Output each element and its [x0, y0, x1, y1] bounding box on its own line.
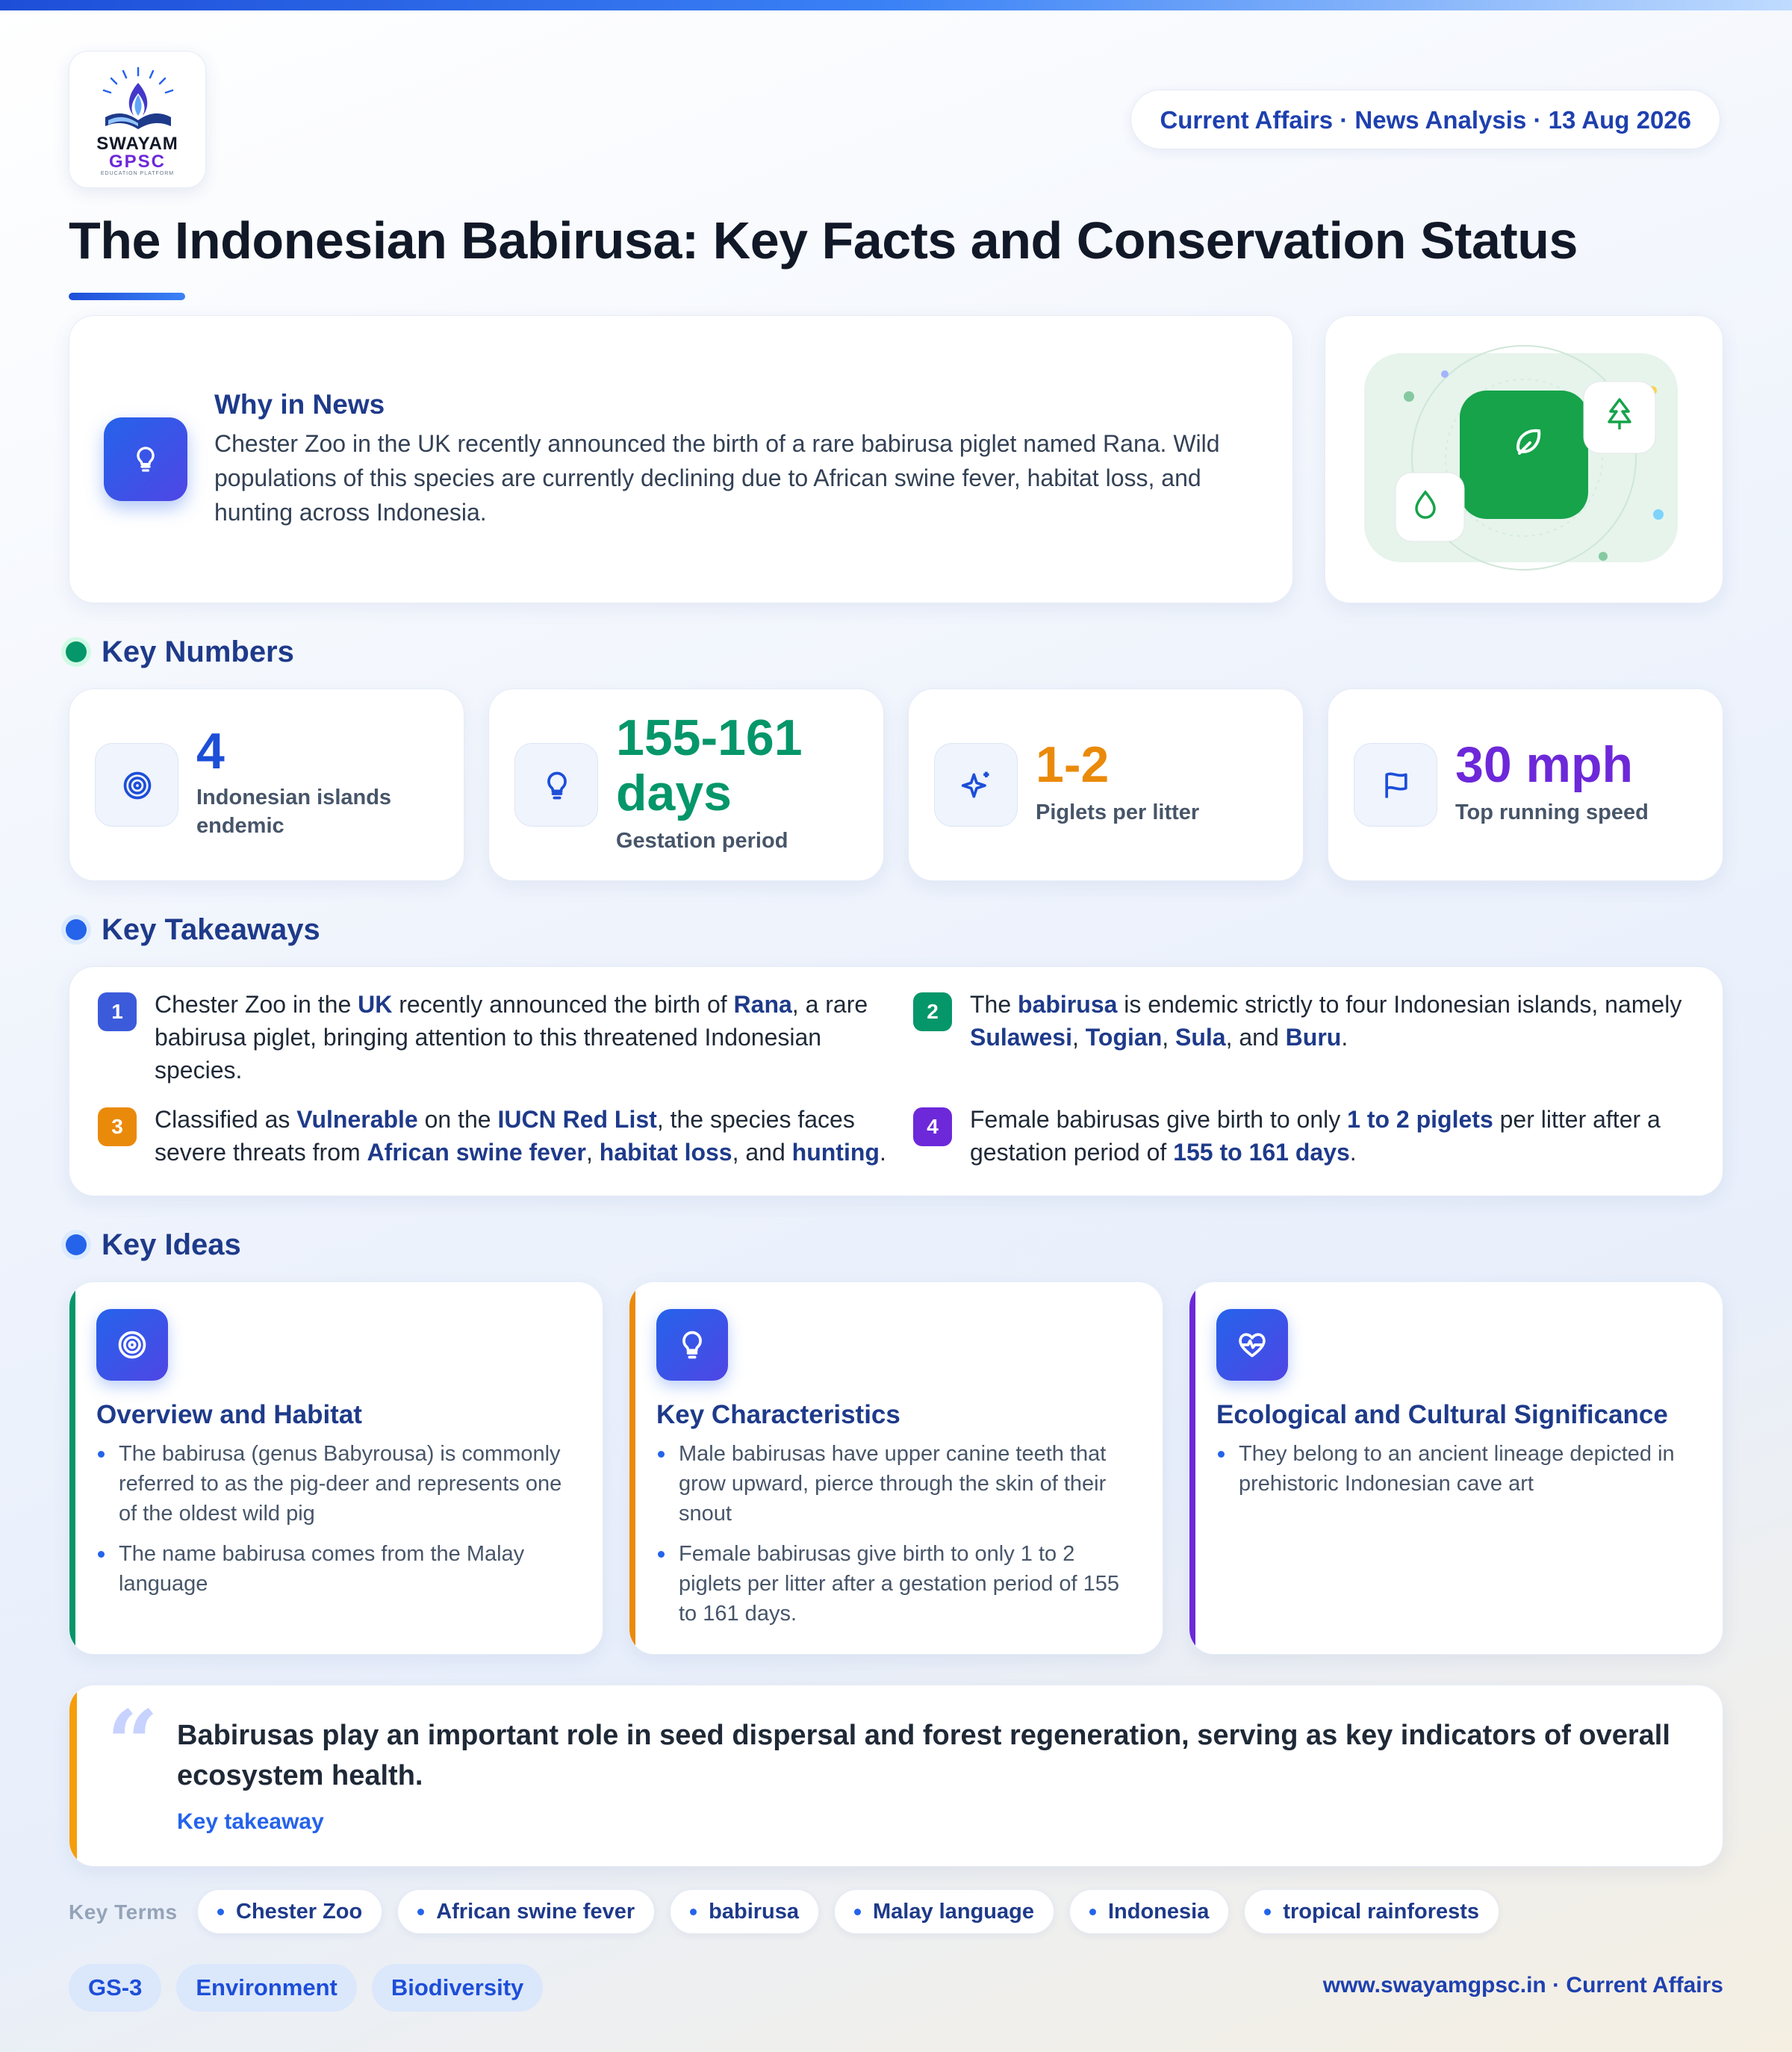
- target-icon: [96, 1309, 168, 1381]
- stat-label: Gestation period: [616, 829, 788, 853]
- lightbulb-icon: [104, 417, 187, 501]
- takeaway-number: 4: [913, 1107, 952, 1146]
- key-terms-label: Key Terms: [69, 1900, 178, 1924]
- key-term-chip[interactable]: Indonesia: [1068, 1889, 1230, 1934]
- page-title: The Indonesian Babirusa: Key Facts and C…: [69, 211, 1578, 270]
- idea-card-overview: Overview and Habitat The babirusa (genus…: [69, 1281, 603, 1655]
- idea-accent-bar: [69, 1282, 75, 1654]
- date-pill: Current Affairs · News Analysis · 13 Aug…: [1130, 90, 1720, 149]
- section-key-takeaways: Key Takeaways: [66, 911, 320, 948]
- idea-point: The babirusa (genus Babyrousa) is common…: [96, 1439, 574, 1529]
- lightbulb-icon: [514, 743, 598, 827]
- why-in-news-card: Why in News Chester Zoo in the UK recent…: [69, 315, 1293, 603]
- stat-card-gestation: 155-161 days Gestation period: [488, 688, 884, 881]
- stat-card-islands: 4 Indonesian islands endemic: [69, 688, 464, 881]
- idea-points: The babirusa (genus Babyrousa) is common…: [96, 1439, 574, 1609]
- top-accent-bar: [0, 0, 1792, 10]
- logo-emblem-icon: [102, 66, 174, 129]
- takeaway-number: 3: [98, 1107, 137, 1146]
- key-term-chip[interactable]: tropical rainforests: [1244, 1889, 1500, 1934]
- takeaway-number: 1: [98, 992, 137, 1031]
- stat-label: Piglets per litter: [1036, 800, 1200, 824]
- stat-label: Indonesian islands endemic: [196, 786, 392, 838]
- takeaway-item: The babirusa is endemic strictly to four…: [970, 991, 1682, 1051]
- idea-point: The name babirusa comes from the Malay l…: [96, 1539, 574, 1599]
- stat-value: 30 mph: [1455, 736, 1634, 793]
- brand-sub: GPSC: [108, 152, 166, 172]
- nature-illustration-icon: [1364, 345, 1678, 570]
- idea-point: They belong to an ancient lineage depict…: [1216, 1439, 1694, 1499]
- takeaway-item: Chester Zoo in the UK recently announced…: [155, 991, 868, 1083]
- idea-accent-bar: [1189, 1282, 1195, 1654]
- subject-tags: GS-3 Environment Biodiversity: [69, 1964, 544, 2012]
- takeaway-item: Classified as Vulnerable on the IUCN Red…: [155, 1106, 886, 1166]
- key-term-chip[interactable]: babirusa: [670, 1889, 820, 1934]
- target-icon: [95, 743, 178, 827]
- section-key-ideas: Key Ideas: [66, 1226, 241, 1263]
- idea-points: They belong to an ancient lineage depict…: [1216, 1439, 1694, 1509]
- brand-logo[interactable]: SWAYAM GPSC EDUCATION PLATFORM: [69, 51, 206, 188]
- quote-mark-icon: “: [107, 1691, 159, 1796]
- footer-website-link[interactable]: www.swayamgpsc.in · Current Affairs: [1323, 1973, 1723, 1998]
- section-title: Key Ideas: [102, 1228, 241, 1261]
- takeaways-card: 1 Chester Zoo in the UK recently announc…: [69, 966, 1723, 1196]
- idea-title: Ecological and Cultural Significance: [1216, 1400, 1668, 1429]
- tag-chip[interactable]: Environment: [176, 1964, 357, 2012]
- why-in-news-text: Chester Zoo in the UK recently announced…: [214, 430, 1220, 526]
- idea-point: Male babirusas have upper canine teeth t…: [656, 1439, 1134, 1529]
- idea-points: Male babirusas have upper canine teeth t…: [656, 1439, 1134, 1639]
- idea-title: Overview and Habitat: [96, 1400, 362, 1429]
- idea-title: Key Characteristics: [656, 1400, 900, 1429]
- idea-accent-bar: [629, 1282, 635, 1654]
- stat-label: Top running speed: [1455, 800, 1649, 824]
- quote-label: Key takeaway: [177, 1809, 324, 1834]
- takeaway-item: Female babirusas give birth to only 1 to…: [970, 1106, 1661, 1166]
- idea-card-characteristics: Key Characteristics Male babirusas have …: [629, 1281, 1163, 1655]
- tag-chip[interactable]: Biodiversity: [371, 1964, 544, 2012]
- sparkle-icon: [934, 743, 1018, 827]
- stat-value: 1-2: [1036, 736, 1110, 793]
- idea-point: Female babirusas give birth to only 1 to…: [656, 1539, 1134, 1629]
- why-in-news-heading: Why in News: [214, 389, 385, 420]
- section-title: Key Takeaways: [102, 912, 320, 946]
- illustration-card: [1325, 315, 1723, 603]
- lightbulb-icon: [656, 1309, 728, 1381]
- key-term-chip[interactable]: Malay language: [834, 1889, 1054, 1934]
- stat-card-speed: 30 mph Top running speed: [1328, 688, 1723, 881]
- takeaway-number: 2: [913, 992, 952, 1031]
- key-term-chip[interactable]: African swine fever: [397, 1889, 656, 1934]
- key-term-chip[interactable]: Chester Zoo: [197, 1889, 383, 1934]
- section-dot: [66, 919, 87, 940]
- section-title: Key Numbers: [102, 635, 294, 668]
- key-takeaway-quote: “ Babirusas play an important role in se…: [69, 1685, 1723, 1867]
- tag-chip[interactable]: GS-3: [69, 1964, 162, 2012]
- stat-value: 4: [196, 723, 225, 780]
- quote-text: Babirusas play an important role in seed…: [177, 1720, 1670, 1791]
- stat-value: 155-161 days: [616, 709, 803, 821]
- section-key-numbers: Key Numbers: [66, 633, 294, 671]
- stat-card-litter: 1-2 Piglets per litter: [908, 688, 1304, 881]
- section-dot: [66, 641, 87, 662]
- idea-card-significance: Ecological and Cultural Significance The…: [1189, 1281, 1723, 1655]
- heart-pulse-icon: [1216, 1309, 1288, 1381]
- key-terms-list: Chester Zoo African swine fever babirusa…: [197, 1889, 1500, 1934]
- quote-accent-bar: [69, 1685, 77, 1866]
- section-dot: [66, 1234, 87, 1255]
- title-underline: [69, 293, 185, 300]
- flag-icon: [1354, 743, 1437, 827]
- brand-tagline: EDUCATION PLATFORM: [100, 171, 175, 176]
